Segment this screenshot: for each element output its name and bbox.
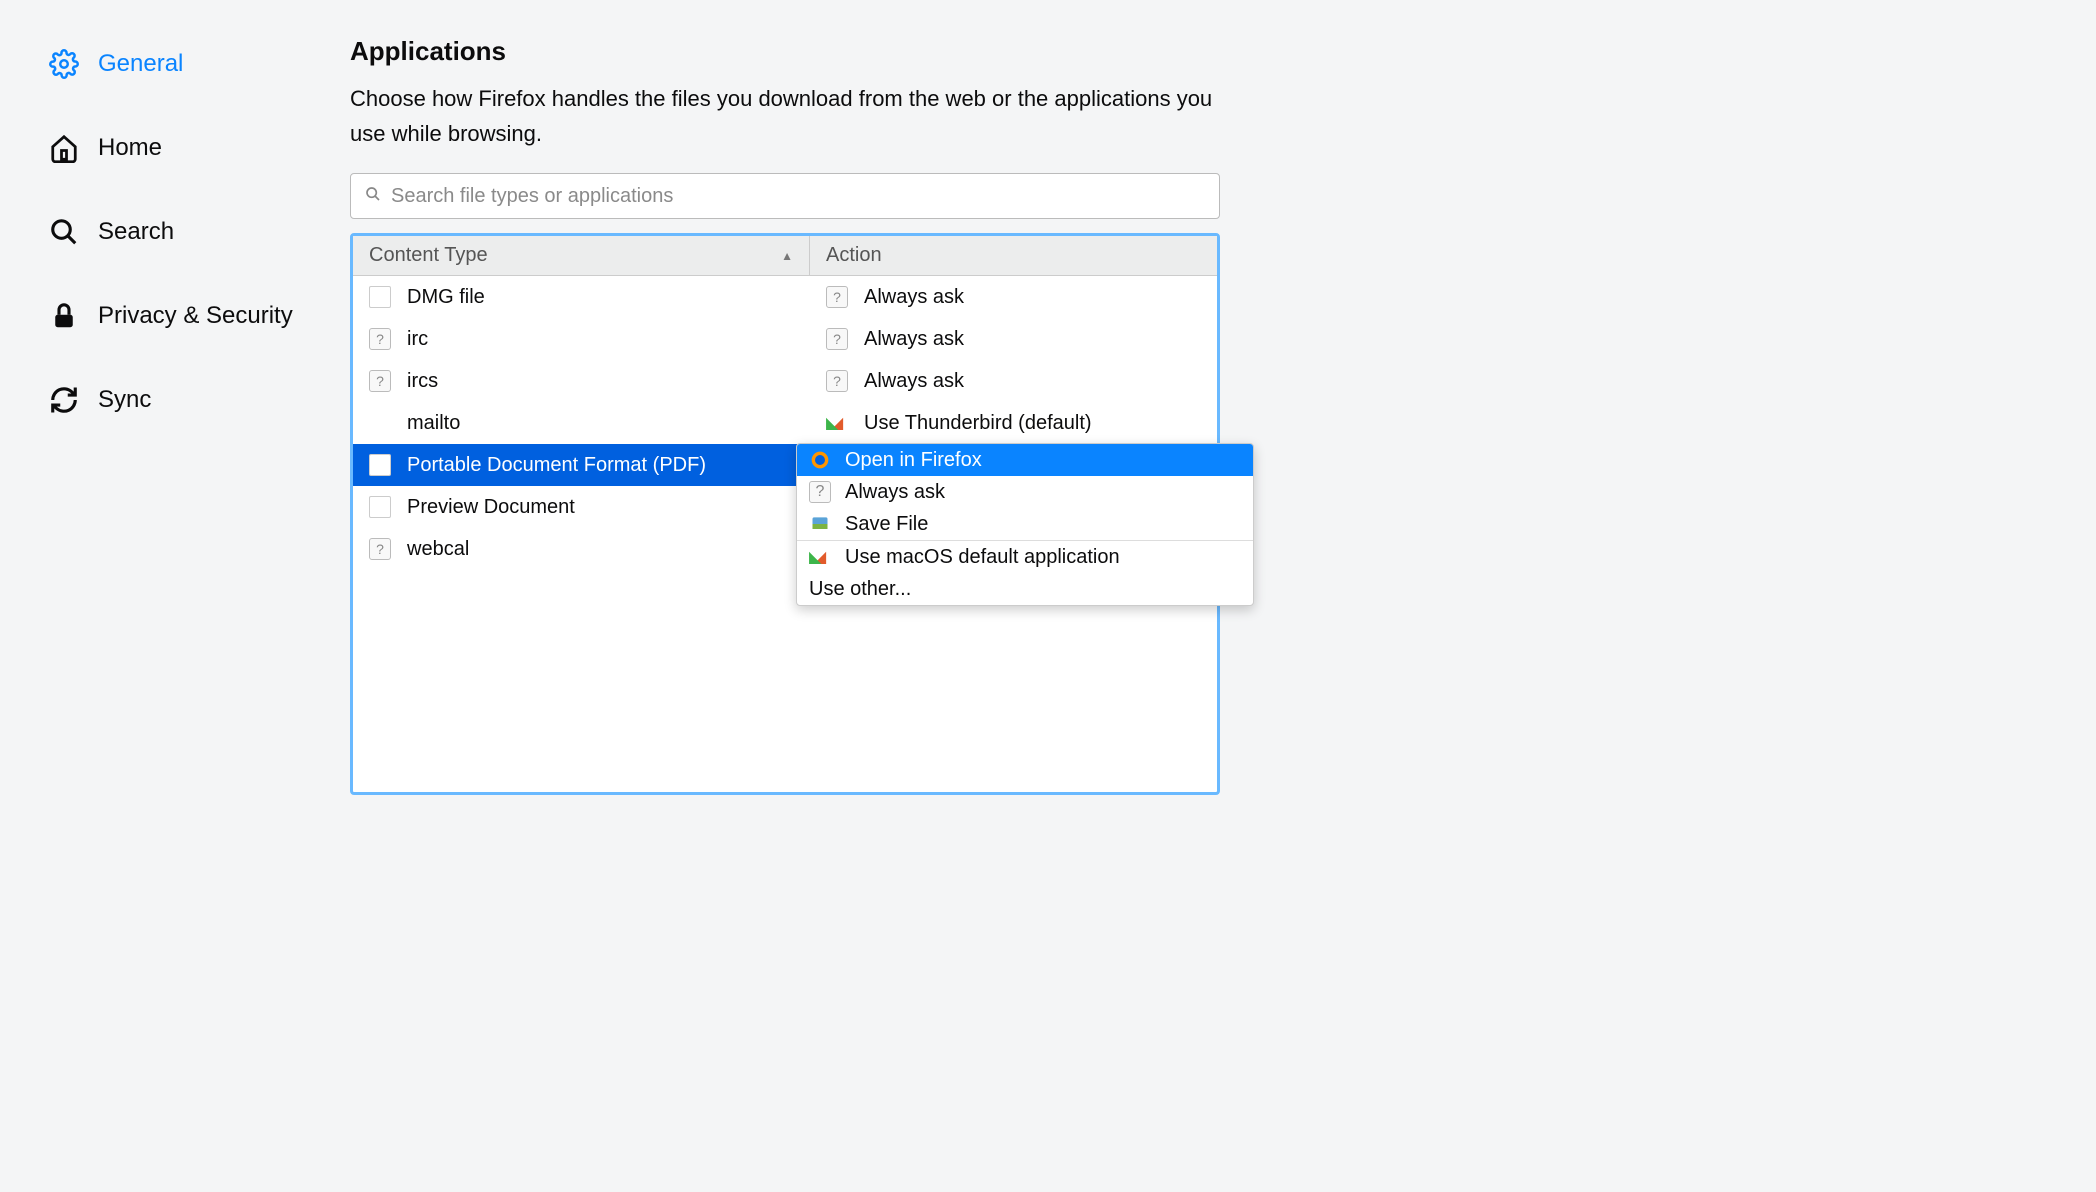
action-label: Always ask <box>864 328 964 351</box>
sidebar-item-sync[interactable]: Sync <box>40 372 340 428</box>
applications-search[interactable] <box>350 173 1220 219</box>
action-label: Use Thunderbird (default) <box>864 412 1092 435</box>
column-action[interactable]: Action <box>810 236 1217 275</box>
action-label: Always ask <box>864 370 964 393</box>
main-content: Applications Choose how Firefox handles … <box>340 36 1280 795</box>
ask-icon: ? <box>809 481 831 503</box>
file-icon <box>369 454 391 476</box>
sort-ascending-icon: ▲ <box>781 249 793 263</box>
applications-table: Content Type ▲ Action DMG file ? Always a… <box>350 233 1220 795</box>
column-content-type[interactable]: Content Type ▲ <box>353 236 810 275</box>
content-type: Portable Document Format (PDF) <box>407 454 706 477</box>
search-input[interactable] <box>391 185 1205 208</box>
dropdown-item-always-ask[interactable]: ? Always ask <box>797 476 1253 508</box>
content-type: irc <box>407 328 428 351</box>
content-type: webcal <box>407 538 469 561</box>
section-description: Choose how Firefox handles the files you… <box>350 81 1220 151</box>
action-label: Always ask <box>864 286 964 309</box>
launchservices-icon <box>826 412 848 434</box>
sidebar-item-label: Search <box>98 218 174 246</box>
sync-icon <box>48 384 80 416</box>
table-row[interactable]: DMG file ? Always ask <box>353 276 1217 318</box>
dropdown-item-use-other[interactable]: Use other... <box>797 573 1253 605</box>
sidebar-item-label: Sync <box>98 386 151 414</box>
content-type: mailto <box>407 412 460 435</box>
sidebar-item-general[interactable]: General <box>40 36 340 92</box>
file-icon: ? <box>369 538 391 560</box>
search-icon <box>48 216 80 248</box>
file-icon <box>369 286 391 308</box>
file-icon <box>369 496 391 518</box>
dropdown-item-label: Open in Firefox <box>845 449 982 472</box>
launchservices-icon <box>809 546 831 568</box>
firefox-icon <box>809 449 831 471</box>
table-header: Content Type ▲ Action <box>353 236 1217 276</box>
home-icon <box>48 132 80 164</box>
table-row[interactable]: ? irc ? Always ask <box>353 318 1217 360</box>
sidebar-item-search[interactable]: Search <box>40 204 340 260</box>
content-type: DMG file <box>407 286 485 309</box>
sidebar: General Home Search Privacy & Security S… <box>0 36 340 795</box>
table-row[interactable]: ? ircs ? Always ask <box>353 360 1217 402</box>
ask-icon: ? <box>826 286 848 308</box>
content-type: Preview Document <box>407 496 575 519</box>
dropdown-item-label: Use macOS default application <box>845 546 1120 569</box>
sidebar-item-label: General <box>98 50 183 78</box>
dropdown-item-label: Use other... <box>809 578 911 601</box>
file-icon: ? <box>369 370 391 392</box>
gear-icon <box>48 48 80 80</box>
sidebar-item-home[interactable]: Home <box>40 120 340 176</box>
dropdown-item-label: Always ask <box>845 481 945 504</box>
dropdown-item-macos-default[interactable]: Use macOS default application <box>797 541 1253 573</box>
save-icon <box>809 513 831 535</box>
ask-icon: ? <box>826 370 848 392</box>
ask-icon: ? <box>826 328 848 350</box>
action-dropdown: Open in Firefox ? Always ask Save File U… <box>796 443 1254 606</box>
content-type: ircs <box>407 370 438 393</box>
dropdown-item-save-file[interactable]: Save File <box>797 508 1253 540</box>
sidebar-item-privacy[interactable]: Privacy & Security <box>40 288 340 344</box>
search-icon <box>365 184 381 208</box>
lock-icon <box>48 300 80 332</box>
column-label: Content Type <box>369 244 488 267</box>
section-title: Applications <box>350 36 1220 67</box>
table-row[interactable]: mailto Use Thunderbird (default) <box>353 402 1217 444</box>
dropdown-item-label: Save File <box>845 513 928 536</box>
sidebar-item-label: Home <box>98 134 162 162</box>
file-icon: ? <box>369 328 391 350</box>
sidebar-item-label: Privacy & Security <box>98 302 293 330</box>
column-label: Action <box>826 244 882 267</box>
file-icon <box>369 412 391 434</box>
dropdown-item-open-firefox[interactable]: Open in Firefox <box>797 444 1253 476</box>
